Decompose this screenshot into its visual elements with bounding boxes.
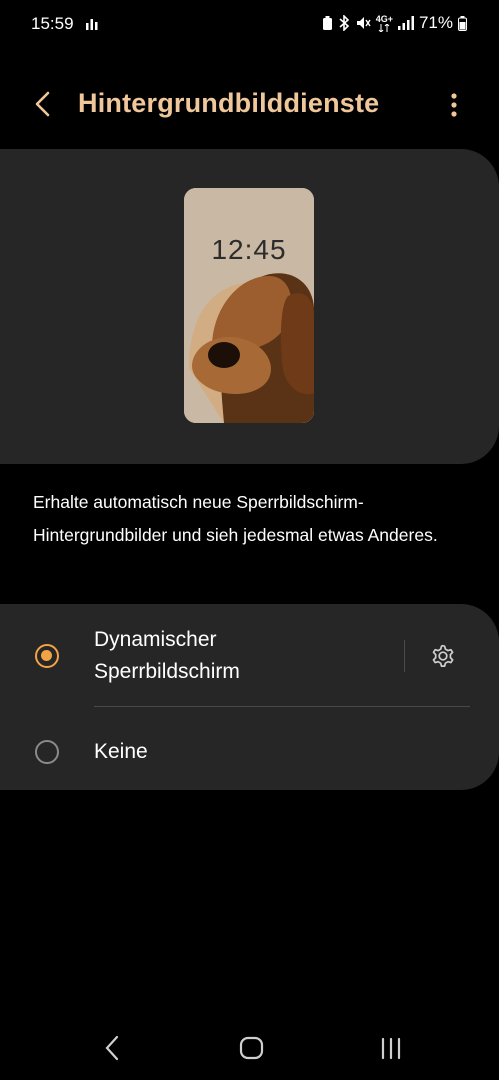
app-bar: Hintergrundbilddienste xyxy=(0,70,499,140)
mute-icon xyxy=(356,17,371,29)
battery-saver-icon xyxy=(322,15,332,30)
dog-illustration xyxy=(184,188,314,423)
status-bar: 15:59 4G+ 71% xyxy=(0,0,499,48)
battery-icon xyxy=(458,15,467,31)
divider xyxy=(404,640,405,672)
network-type: 4G+ xyxy=(376,14,393,32)
home-icon[interactable] xyxy=(238,1034,266,1062)
chevron-left-icon[interactable] xyxy=(30,88,58,120)
activity-icon xyxy=(86,19,98,30)
option-label-line1: Dynamischer xyxy=(94,628,217,651)
description-text: Erhalte automatisch neue Sperrbildschirm… xyxy=(33,492,438,545)
status-time: 15:59 xyxy=(31,14,74,33)
preview-clock: 12:45 xyxy=(211,234,287,265)
more-vertical-icon[interactable] xyxy=(442,90,466,122)
battery-percent: 71% xyxy=(418,13,453,32)
recents-icon[interactable] xyxy=(379,1034,405,1062)
navigation-bar xyxy=(0,1020,499,1080)
signal-icon xyxy=(397,16,414,30)
bluetooth-icon xyxy=(339,15,349,31)
wallpaper-preview-card: 12:45 xyxy=(0,149,499,464)
radio-unselected[interactable] xyxy=(35,740,59,764)
lockscreen-preview: 12:45 xyxy=(184,188,314,423)
back-icon[interactable] xyxy=(100,1034,124,1062)
option-none[interactable]: Keine xyxy=(0,707,499,790)
page-title: Hintergrundbilddienste xyxy=(78,88,380,118)
gear-icon[interactable] xyxy=(429,642,457,670)
option-label: Keine xyxy=(94,740,148,763)
radio-selected[interactable] xyxy=(35,644,59,668)
options-card: Dynamischer Sperrbildschirm Keine xyxy=(0,604,499,790)
option-dynamic-lockscreen[interactable]: Dynamischer Sperrbildschirm xyxy=(0,604,400,706)
option-label-line2: Sperrbildschirm xyxy=(94,660,240,683)
